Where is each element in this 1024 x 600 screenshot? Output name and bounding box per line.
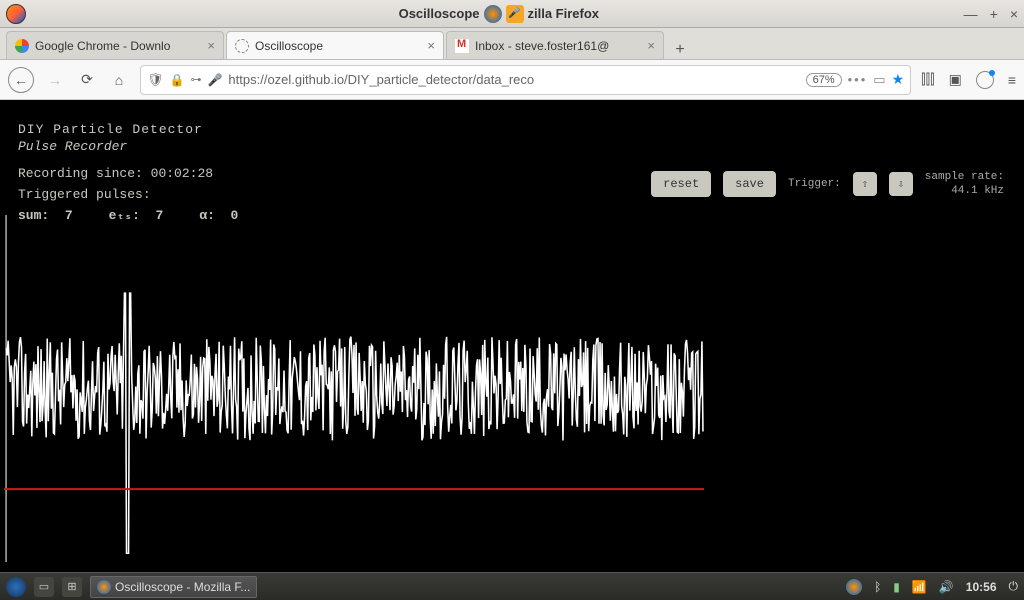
account-icon[interactable] <box>976 71 994 89</box>
shield-icon[interactable]: 🛡 <box>147 72 164 88</box>
sample-rate-label: sample rate: <box>925 170 1004 184</box>
tab-label: Inbox - steve.foster161@ <box>475 39 643 53</box>
chrome-favicon-icon <box>15 39 29 53</box>
recording-time-line: Recording since: 00:02:28 <box>18 166 238 183</box>
tray-clock[interactable]: 10:56 <box>966 580 997 594</box>
sample-rate-value: 44.1 kHz <box>925 184 1004 198</box>
tab-close-icon[interactable]: × <box>427 38 435 53</box>
window-title-suffix: zilla Firefox <box>528 6 600 21</box>
reader-mode-icon[interactable]: ▭ <box>873 72 885 88</box>
firefox-app-icon <box>6 4 26 24</box>
window-title-prefix: Oscilloscope <box>399 6 480 21</box>
tray-volume-icon[interactable]: 🔊 <box>939 580 954 594</box>
show-desktop-button[interactable]: ▭ <box>34 577 54 597</box>
reset-button[interactable]: reset <box>651 171 711 197</box>
waveform-svg <box>4 215 704 562</box>
page-actions-icon[interactable]: ••• <box>848 72 868 87</box>
nav-toolbar: ← → ⟳ ⌂ 🛡 🔒 ⊶ 🎤 https://ozel.github.io/D… <box>0 60 1024 100</box>
tray-battery-icon[interactable]: ▮ <box>893 580 900 594</box>
workspaces-button[interactable]: ⊞ <box>62 577 82 597</box>
menu-icon[interactable]: ≡ <box>1008 72 1016 88</box>
taskbar-active-task[interactable]: Oscilloscope - Mozilla F... <box>90 576 257 598</box>
toolbar-right-icons: ⫿⫿⫿ ▣ ≡ <box>921 71 1016 89</box>
close-button[interactable]: × <box>1010 6 1018 22</box>
tab-label: Oscilloscope <box>255 39 423 53</box>
new-tab-button[interactable]: + <box>666 41 694 59</box>
tab-chrome-download[interactable]: Google Chrome - Downlo × <box>6 31 224 59</box>
sample-rate: sample rate: 44.1 kHz <box>925 170 1004 199</box>
lock-icon[interactable]: 🔒 <box>170 73 185 87</box>
oscilloscope-canvas <box>4 215 704 562</box>
permissions-icon[interactable]: ⊶ <box>190 73 201 86</box>
microphone-indicator-icon: 🎤 <box>506 5 524 23</box>
recording-value: 00:02:28 <box>151 166 213 181</box>
home-button[interactable]: ⌂ <box>108 69 130 91</box>
window-controls: — + × <box>964 6 1018 22</box>
app-title: DIY Particle Detector <box>18 122 238 139</box>
firefox-taskbar-icon <box>97 580 111 594</box>
save-button[interactable]: save <box>723 171 776 197</box>
taskbar-task-label: Oscilloscope - Mozilla F... <box>115 580 250 594</box>
tab-strip: Google Chrome - Downlo × Oscilloscope × … <box>0 28 1024 60</box>
tab-close-icon[interactable]: × <box>207 38 215 53</box>
back-button[interactable]: ← <box>8 67 34 93</box>
zoom-level-badge[interactable]: 67% <box>806 73 842 87</box>
detector-readout: DIY Particle Detector Pulse Recorder Rec… <box>18 122 238 224</box>
tab-close-icon[interactable]: × <box>647 38 655 53</box>
trigger-down-button[interactable]: ⇩ <box>889 172 913 196</box>
start-menu-button[interactable] <box>6 577 26 597</box>
recording-label: Recording since: <box>18 166 143 181</box>
tray-network-icon[interactable]: 📶 <box>912 580 927 594</box>
page-content: DIY Particle Detector Pulse Recorder Rec… <box>0 100 1024 572</box>
maximize-button[interactable]: + <box>990 6 998 22</box>
forward-button[interactable]: → <box>44 69 66 91</box>
firefox-icon <box>484 5 502 23</box>
reload-button[interactable]: ⟳ <box>76 69 98 91</box>
gmail-favicon-icon <box>455 39 469 53</box>
tray-firefox-icon[interactable] <box>846 579 862 595</box>
tab-oscilloscope[interactable]: Oscilloscope × <box>226 31 444 59</box>
system-tray: ᛒ ▮ 📶 🔊 10:56 ⏻ <box>846 579 1018 595</box>
globe-favicon-icon <box>235 39 249 53</box>
trigger-label: Trigger: <box>788 178 841 190</box>
tray-power-icon[interactable]: ⏻ <box>1009 579 1019 594</box>
minimize-button[interactable]: — <box>964 6 978 22</box>
library-icon[interactable]: ⫿⫿⫿ <box>921 71 934 88</box>
triggered-label: Triggered pulses: <box>18 187 238 204</box>
app-subtitle: Pulse Recorder <box>18 139 238 156</box>
tab-label: Google Chrome - Downlo <box>35 39 203 53</box>
bookmark-star-icon[interactable]: ★ <box>892 71 905 88</box>
window-title: Oscilloscope 🎤 zilla Firefox <box>34 5 964 23</box>
url-text: https://ozel.github.io/DIY_particle_dete… <box>228 72 799 87</box>
tray-bluetooth-icon[interactable]: ᛒ <box>874 580 881 594</box>
waveform-path <box>6 293 703 553</box>
tab-gmail-inbox[interactable]: Inbox - steve.foster161@ × <box>446 31 664 59</box>
desktop-titlebar: Oscilloscope 🎤 zilla Firefox — + × <box>0 0 1024 28</box>
microphone-permission-icon[interactable]: 🎤 <box>207 73 222 87</box>
desktop-taskbar: ▭ ⊞ Oscilloscope - Mozilla F... ᛒ ▮ 📶 🔊 … <box>0 572 1024 600</box>
controls: reset save Trigger: ⇧ ⇩ sample rate: 44.… <box>651 170 1004 199</box>
url-bar[interactable]: 🛡 🔒 ⊶ 🎤 https://ozel.github.io/DIY_parti… <box>140 65 911 95</box>
sidebar-icon[interactable]: ▣ <box>949 71 962 88</box>
trigger-up-button[interactable]: ⇧ <box>853 172 877 196</box>
